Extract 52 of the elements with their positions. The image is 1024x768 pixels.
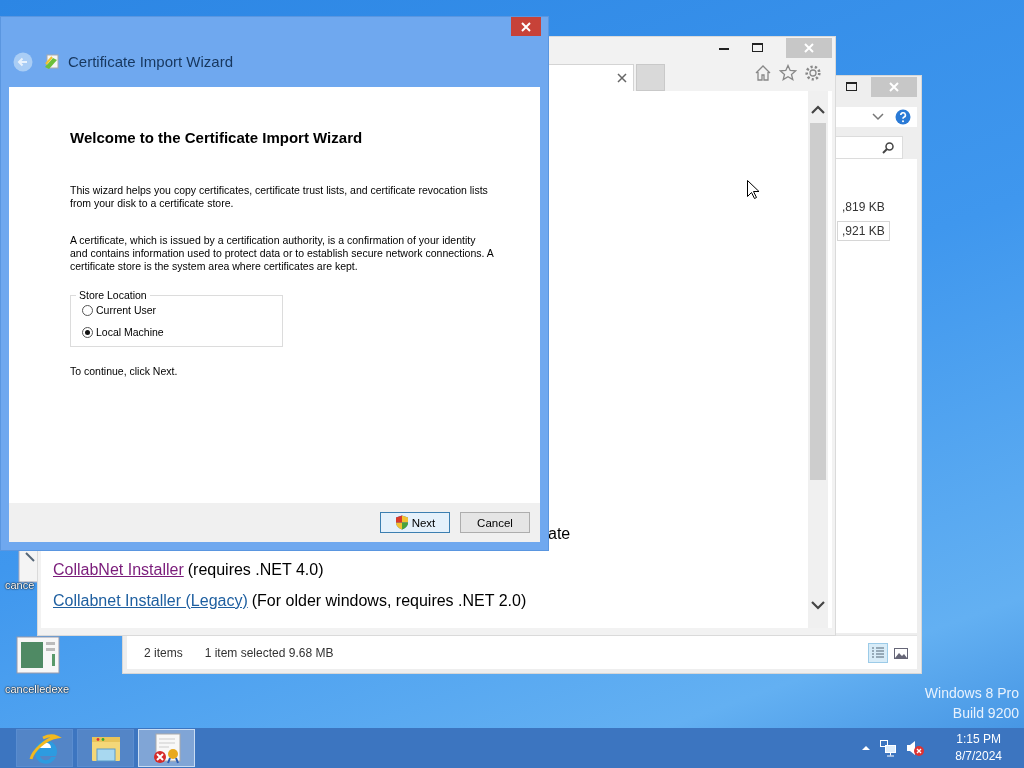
cursor-icon xyxy=(747,180,759,199)
certificate-icon xyxy=(44,53,60,70)
settings-icon[interactable] xyxy=(804,63,822,82)
close-icon[interactable] xyxy=(617,73,627,83)
details-view-icon[interactable] xyxy=(868,642,888,663)
home-icon[interactable] xyxy=(754,63,772,82)
next-button[interactable]: Next xyxy=(380,512,450,533)
close-button[interactable] xyxy=(511,17,541,36)
radio-label[interactable]: Local Machine xyxy=(96,326,164,338)
shield-icon xyxy=(394,515,409,530)
file-size[interactable]: ,819 KB xyxy=(837,197,890,217)
description-text: This wizard helps you copy certificates, certificate trust lists, and certificate revocation lists from your disk to a certificate store. xyxy=(70,184,489,210)
minimize-icon[interactable] xyxy=(719,48,729,51)
download-link[interactable]: CollabNet Installer xyxy=(53,561,184,579)
selection-info: 1 item selected 9.68 MB xyxy=(204,645,334,660)
group-label: Store Location xyxy=(76,289,150,301)
link-note: (requires .NET 4.0) xyxy=(187,561,324,579)
help-icon[interactable] xyxy=(895,109,911,125)
wizard-heading: Welcome to the Certificate Import Wizard xyxy=(70,129,364,146)
watermark-text: Build 9200 xyxy=(952,704,1019,723)
maximize-icon[interactable] xyxy=(846,82,857,91)
item-count: 2 items xyxy=(144,645,183,660)
search-icon[interactable] xyxy=(882,141,894,154)
muted-speaker-icon[interactable] xyxy=(905,739,926,757)
radio-label[interactable]: Current User xyxy=(96,304,157,316)
cancel-button[interactable]: Cancel xyxy=(460,512,530,533)
document-icon[interactable] xyxy=(16,636,60,674)
download-link[interactable]: Collabnet Installer (Legacy) xyxy=(53,592,248,610)
scroll-thumb[interactable] xyxy=(810,123,826,480)
network-icon[interactable] xyxy=(879,739,898,757)
watermark-text: Windows 8 Pro xyxy=(924,684,1019,703)
taskbar-button[interactable] xyxy=(16,729,73,767)
scroll-up-icon[interactable] xyxy=(811,105,825,114)
maximize-icon[interactable] xyxy=(752,43,763,52)
link-note: (For older windows, requires .NET 2.0) xyxy=(251,592,527,610)
file-size[interactable]: ,921 KB xyxy=(837,221,890,241)
page-text: ate xyxy=(548,525,571,543)
chevron-down-icon[interactable] xyxy=(872,113,884,121)
dialog-title: Certificate Import Wizard xyxy=(68,53,234,70)
back-icon[interactable] xyxy=(13,51,33,72)
clock-time: 1:15 PM xyxy=(956,731,1001,748)
clock-date: 8/7/2024 xyxy=(955,748,1002,765)
taskbar-button[interactable] xyxy=(77,729,134,767)
star-icon[interactable] xyxy=(779,63,797,82)
instruction-text: To continue, click Next. xyxy=(70,365,179,378)
radio-button[interactable] xyxy=(82,326,93,338)
radio-button[interactable] xyxy=(82,304,93,316)
scroll-down-icon[interactable] xyxy=(811,601,825,610)
tray-expand-icon[interactable] xyxy=(861,745,872,751)
clock[interactable]: 1:15 PM 8/7/2024 xyxy=(955,731,1002,765)
description-text: A certificate, which is issued by a certification authority, is a confirmation of your identity and contains information used to protect data or to establish secure network connections. A certificate store is the system area where certificates are kept. xyxy=(70,234,494,273)
search-field[interactable] xyxy=(833,136,903,159)
